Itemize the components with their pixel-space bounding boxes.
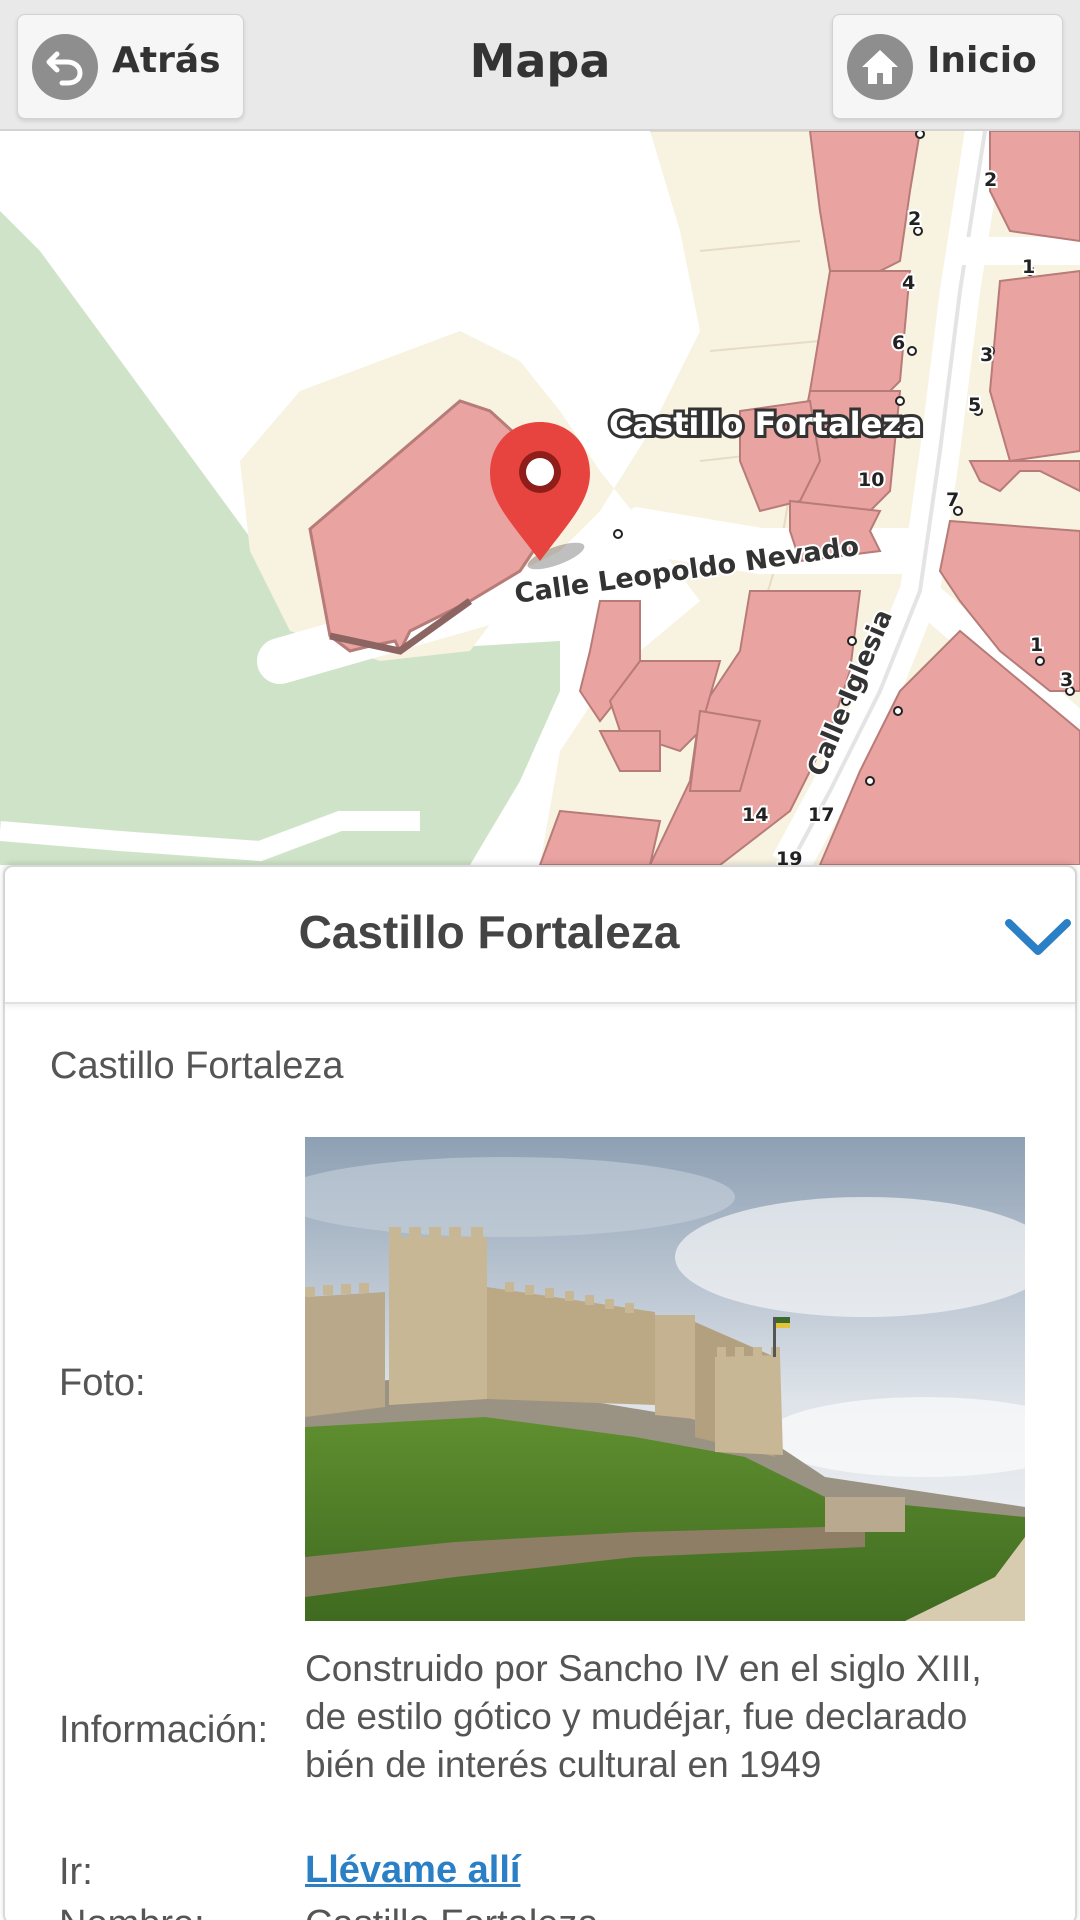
house-number: 2 <box>908 208 921 230</box>
place-subtitle: Castillo Fortaleza <box>50 1045 344 1087</box>
panel-header[interactable]: Castillo Fortaleza <box>5 867 1075 1004</box>
home-icon <box>847 33 913 100</box>
panel-title: Castillo Fortaleza <box>298 906 680 958</box>
chevron-down-icon[interactable] <box>1003 913 1073 961</box>
place-label: Castillo Fortaleza <box>609 405 923 443</box>
info-text: Construido por Sancho IV en el siglo XII… <box>305 1648 982 1785</box>
directions-link[interactable]: Llévame allí <box>305 1849 520 1892</box>
top-bar: Atrás Mapa Inicio <box>0 0 1080 131</box>
house-number: 2 <box>984 169 997 191</box>
house-number: 10 <box>858 469 884 491</box>
house-number: 17 <box>808 804 834 826</box>
house-number: 4 <box>902 272 915 294</box>
house-number: 7 <box>946 489 959 511</box>
map-view[interactable]: 2 2 4 6 10 1 3 5 7 1 3 14 17 19 Calle Le… <box>0 131 1080 865</box>
house-number: 5 <box>968 394 981 416</box>
home-button-label: Inicio <box>927 40 1037 81</box>
house-number: 1 <box>1022 256 1035 278</box>
house-number: 6 <box>892 332 905 354</box>
house-number: 1 <box>1030 634 1043 656</box>
house-number: 3 <box>1060 669 1073 691</box>
info-panel: Castillo Fortaleza Castillo Fortaleza Fo… <box>3 865 1077 1920</box>
house-number: 3 <box>980 344 993 366</box>
name-value: Castillo Fortaleza <box>305 1903 599 1920</box>
info-label: Información: <box>59 1709 269 1751</box>
house-number: 19 <box>776 848 802 865</box>
castle-photo <box>305 1137 1025 1621</box>
home-button[interactable]: Inicio <box>832 14 1063 119</box>
name-label: Nombre: <box>59 1903 205 1920</box>
house-number: 14 <box>742 804 768 826</box>
photo-label: Foto: <box>59 1362 146 1404</box>
go-label: Ir: <box>59 1851 93 1893</box>
